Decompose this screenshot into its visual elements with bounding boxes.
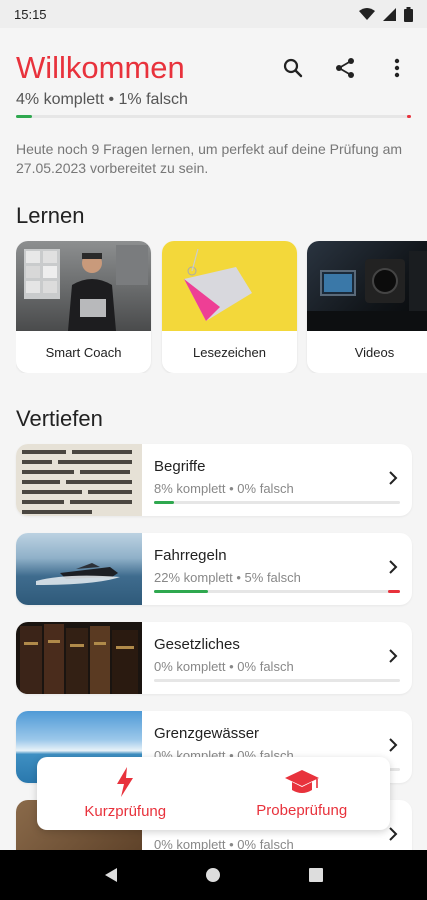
chevron-right-icon bbox=[389, 560, 398, 574]
topic-card-gesetzliches[interactable]: Gesetzliches 0% komplett • 0% falsch bbox=[16, 622, 412, 694]
chevron-right-icon bbox=[389, 471, 398, 485]
topic-stats: 8% komplett • 0% falsch bbox=[154, 481, 294, 496]
header: Willkommen 4% komplett • 1% falsch bbox=[16, 40, 411, 120]
short-exam-label: Kurzprüfung bbox=[84, 803, 167, 820]
status-icons bbox=[359, 6, 413, 22]
overall-stats: 4% komplett • 1% falsch bbox=[16, 91, 188, 108]
short-exam-button[interactable]: Kurzprüfung bbox=[37, 757, 214, 830]
topic-progress-bar bbox=[154, 501, 400, 504]
video-equipment-image bbox=[307, 241, 427, 331]
share-icon[interactable] bbox=[331, 54, 359, 82]
topic-progress-bar bbox=[154, 679, 400, 682]
chevron-right-icon bbox=[389, 649, 398, 663]
section-title-deepen: Vertiefen bbox=[16, 406, 103, 431]
section-title-learn: Lernen bbox=[16, 203, 85, 228]
page-title: Willkommen bbox=[16, 50, 185, 85]
topic-name: Grenzgewässer bbox=[154, 725, 260, 742]
header-actions bbox=[279, 54, 411, 82]
battery-icon bbox=[404, 6, 413, 22]
topic-stats: 0% komplett • 0% falsch bbox=[154, 659, 294, 674]
search-icon[interactable] bbox=[279, 54, 307, 82]
learn-card-smart-coach[interactable]: Smart Coach bbox=[16, 241, 151, 373]
system-navigation-bar bbox=[0, 850, 427, 900]
learn-carousel[interactable]: Smart Coach Lesezeichen Videos bbox=[16, 241, 427, 373]
topic-progress-wrong bbox=[387, 590, 400, 593]
mock-exam-label: Probeprüfung bbox=[256, 802, 348, 819]
home-icon[interactable] bbox=[205, 867, 221, 883]
graduation-cap-icon bbox=[284, 770, 319, 793]
overall-progress-bar bbox=[16, 115, 411, 118]
topic-card-fahrregeln[interactable]: Fahrregeln 22% komplett • 5% falsch bbox=[16, 533, 412, 605]
status-time: 15:15 bbox=[14, 6, 47, 22]
topic-name: Fahrregeln bbox=[154, 547, 227, 564]
topic-card-begriffe[interactable]: Begriffe 8% komplett • 0% falsch bbox=[16, 444, 412, 516]
topic-progress-complete bbox=[154, 590, 209, 593]
exam-panel: Kurzprüfung Probeprüfung bbox=[37, 757, 390, 830]
study-hint: Heute noch 9 Fragen lernen, um perfekt a… bbox=[16, 141, 403, 176]
more-vertical-icon[interactable] bbox=[383, 54, 411, 82]
overall-progress-complete bbox=[16, 115, 32, 118]
bookmark-tag-image bbox=[162, 241, 297, 331]
mock-exam-button[interactable]: Probeprüfung bbox=[214, 757, 391, 830]
learn-card-videos[interactable]: Videos bbox=[307, 241, 427, 373]
smart-coach-image bbox=[16, 241, 151, 331]
learn-card-bookmarks[interactable]: Lesezeichen bbox=[162, 241, 297, 373]
topic-name: Gesetzliches bbox=[154, 636, 240, 653]
overall-progress-wrong bbox=[407, 115, 411, 118]
lightning-icon bbox=[117, 767, 134, 797]
back-icon[interactable] bbox=[104, 867, 118, 883]
status-bar: 15:15 bbox=[0, 0, 427, 28]
topic-progress-complete bbox=[154, 501, 174, 504]
learn-card-label: Lesezeichen bbox=[193, 344, 266, 360]
learn-card-label: Videos bbox=[354, 344, 395, 360]
topic-stats: 22% komplett • 5% falsch bbox=[154, 570, 301, 585]
topic-name: Begriffe bbox=[154, 458, 206, 475]
learn-card-label: Smart Coach bbox=[45, 344, 122, 360]
chevron-right-icon bbox=[389, 738, 398, 752]
wifi-icon bbox=[359, 7, 375, 20]
dictionary-image bbox=[16, 444, 142, 516]
speedboat-image bbox=[16, 533, 142, 605]
topic-progress-bar bbox=[154, 590, 400, 593]
law-books-image bbox=[16, 622, 142, 694]
signal-icon bbox=[383, 7, 396, 21]
recents-icon[interactable] bbox=[309, 868, 324, 882]
